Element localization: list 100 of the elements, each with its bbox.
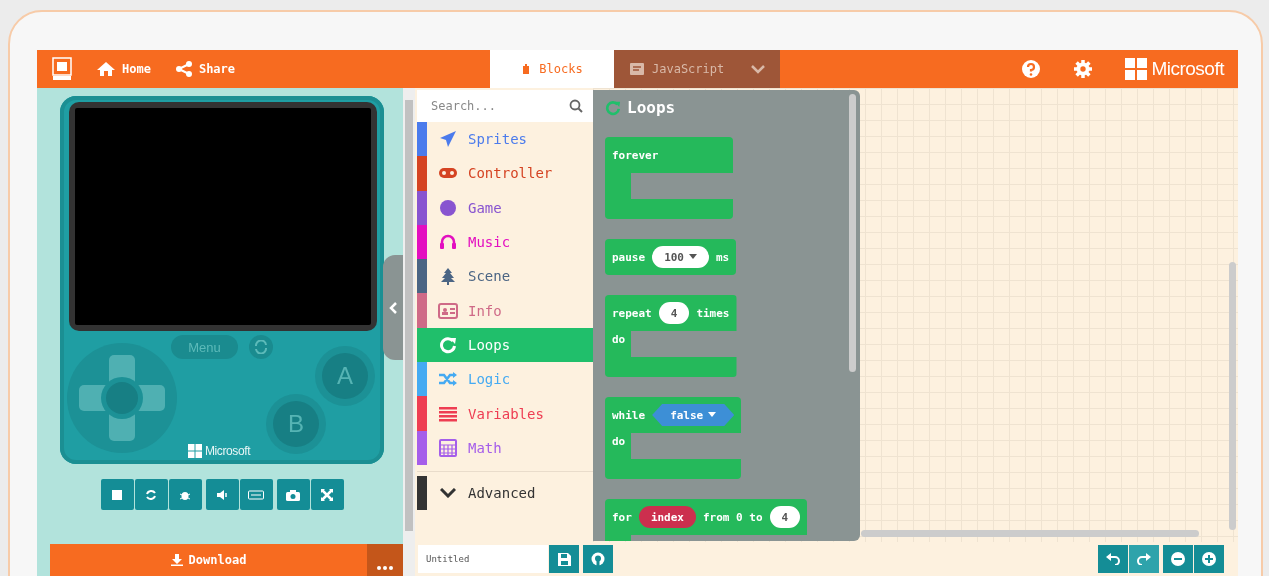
block-label: times (696, 306, 730, 320)
fullscreen-button[interactable] (310, 479, 344, 511)
restart-button[interactable] (134, 479, 168, 511)
b-button[interactable]: B (266, 394, 326, 454)
logo-icon[interactable] (52, 57, 72, 81)
category-item[interactable]: Logic (417, 362, 593, 397)
camera-icon (286, 488, 300, 501)
home-button[interactable]: Home (92, 61, 155, 77)
save-button[interactable] (549, 545, 579, 573)
search-icon (569, 99, 583, 113)
number-dropdown[interactable]: 100 (652, 246, 709, 268)
scrollbar[interactable] (849, 94, 856, 372)
download-button[interactable]: Download (50, 544, 367, 576)
volume-icon (216, 488, 228, 501)
microsoft-logo: Microsoft (188, 444, 251, 458)
camera-button[interactable] (276, 479, 310, 511)
block-label: ms (716, 250, 730, 264)
paper-plane-icon (439, 130, 457, 149)
calculator-icon (439, 438, 457, 457)
bug-button[interactable] (168, 479, 202, 511)
share-icon (174, 61, 193, 77)
dropdown-button[interactable] (736, 50, 781, 88)
category-item[interactable]: Sprites (417, 122, 593, 157)
loop-arrow-icon (605, 99, 621, 116)
statement-block[interactable]: pause 100 ms (605, 239, 737, 275)
document-icon (630, 63, 644, 75)
circle-icon (439, 198, 457, 217)
chevron-down-icon (440, 487, 456, 498)
a-button[interactable]: A (315, 346, 375, 406)
zoom-in-icon (1202, 552, 1216, 566)
scrollbar[interactable] (403, 88, 415, 576)
shuffle-icon (438, 371, 458, 388)
project-name-field[interactable]: Untitled (418, 545, 548, 573)
category-item[interactable]: Music (417, 224, 593, 260)
headphones-icon (439, 233, 457, 252)
keyboard-button[interactable] (239, 479, 273, 511)
caret-icon (689, 254, 697, 260)
category-item[interactable]: Scene (417, 259, 593, 294)
puzzle-icon (521, 63, 532, 75)
block-label: while (612, 408, 646, 422)
advanced-item[interactable]: Advanced (417, 475, 593, 510)
more-icon (377, 566, 393, 570)
stop-icon (111, 488, 123, 501)
undo-button[interactable] (1098, 545, 1128, 573)
loop-block[interactable]: while false do (605, 397, 742, 479)
settings-icon[interactable] (1073, 59, 1094, 79)
stop-button[interactable] (100, 479, 134, 511)
tree-icon (439, 267, 457, 286)
flyout-title: Loops (627, 98, 676, 117)
zoom-out-button[interactable] (1163, 545, 1193, 573)
volume-button[interactable] (205, 479, 239, 511)
scrollbar[interactable] (1229, 262, 1236, 530)
javascript-tab[interactable]: JavaScript (614, 50, 737, 88)
restart-button[interactable] (249, 335, 273, 359)
category-item[interactable]: Info (417, 293, 593, 328)
number-field[interactable]: 4 (769, 506, 801, 528)
restart-icon (145, 488, 157, 501)
block-label: from 0 to (703, 510, 763, 524)
block-label: for (612, 510, 632, 524)
zoom-in-button[interactable] (1194, 545, 1224, 573)
scrollbar[interactable] (861, 530, 1199, 537)
keyboard-icon (248, 489, 264, 500)
block-label: forever (612, 148, 659, 162)
gamepad-icon (438, 166, 458, 181)
redo-button[interactable] (1129, 545, 1159, 573)
category-item[interactable]: Controller (417, 156, 593, 191)
category-item[interactable]: Variables (417, 396, 593, 431)
home-icon (96, 61, 116, 77)
dpad-button[interactable] (67, 343, 177, 453)
github-button[interactable] (583, 545, 613, 573)
boolean-dropdown[interactable]: false (652, 404, 735, 426)
id-card-icon (438, 302, 458, 319)
help-icon[interactable] (1021, 59, 1042, 79)
block-label: pause (612, 250, 646, 264)
category-item[interactable]: Game (417, 190, 593, 225)
variable-dropdown[interactable]: index (638, 506, 696, 528)
share-button[interactable]: Share (170, 61, 240, 77)
download-icon (170, 554, 183, 567)
blocks-tab[interactable]: Blocks (490, 50, 614, 88)
fullscreen-icon (321, 488, 333, 501)
collapse-button[interactable] (383, 255, 403, 360)
restart-icon (254, 340, 268, 354)
chevron-left-icon (389, 301, 397, 314)
loop-block[interactable]: forever (605, 137, 733, 219)
search-field[interactable]: Search... (429, 98, 569, 114)
block-label: repeat (612, 306, 652, 320)
menu-button[interactable]: Menu (171, 335, 238, 359)
chevron-down-icon (751, 64, 766, 74)
lines-icon (439, 405, 457, 422)
zoom-out-icon (1171, 552, 1185, 566)
microsoft-logo[interactable]: Microsoft (1125, 58, 1224, 80)
loop-block[interactable]: repeat 4 times do (605, 295, 737, 377)
loop-block[interactable]: for index from 0 to 4 (605, 499, 808, 541)
block-label: do (612, 333, 626, 346)
block-label: do (612, 435, 626, 448)
more-button[interactable] (367, 544, 403, 576)
search-bar[interactable]: Search... (417, 90, 593, 122)
category-item[interactable]: Math (417, 430, 593, 465)
caret-icon (708, 412, 717, 418)
number-field[interactable]: 4 (658, 302, 690, 324)
